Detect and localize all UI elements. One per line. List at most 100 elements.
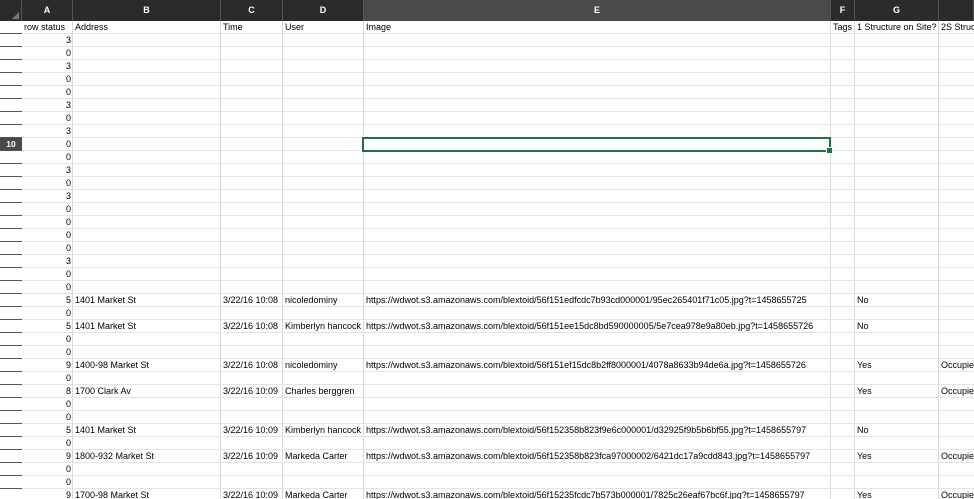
cell-time[interactable] <box>221 411 283 423</box>
cell-tags[interactable] <box>831 346 855 358</box>
cell-address[interactable] <box>73 398 221 410</box>
cell-time[interactable]: 3/22/16 10:08 <box>221 294 283 306</box>
cell-time[interactable] <box>221 281 283 293</box>
cell-time[interactable]: 3/22/16 10:08 <box>221 320 283 332</box>
cell-extra[interactable] <box>939 281 974 293</box>
cell-structure[interactable] <box>855 138 939 150</box>
cell-extra[interactable] <box>939 476 974 488</box>
cell-image[interactable] <box>364 463 831 475</box>
row-header-12[interactable]: 12 <box>0 164 22 177</box>
cell-image[interactable] <box>364 60 831 72</box>
cell-address[interactable]: 1400-98 Market St <box>73 359 221 371</box>
cell-user[interactable] <box>283 190 364 202</box>
cell-address[interactable]: 1700-98 Market St <box>73 489 221 499</box>
cell-address[interactable] <box>73 177 221 189</box>
cell-image[interactable]: https://wdwot.s3.amazonaws.com/blextoid/… <box>364 359 831 371</box>
cell-image[interactable] <box>364 398 831 410</box>
cell-status[interactable]: 3 <box>22 190 73 202</box>
cell-status[interactable]: 0 <box>22 268 73 280</box>
cell-extra[interactable] <box>939 398 974 410</box>
cell-status[interactable]: 0 <box>22 281 73 293</box>
cell-tags[interactable] <box>831 424 855 436</box>
cell-tags[interactable] <box>831 47 855 59</box>
cell-user[interactable] <box>283 268 364 280</box>
cell-tags[interactable] <box>831 489 855 499</box>
cell-user[interactable] <box>283 203 364 215</box>
cell-image[interactable] <box>364 333 831 345</box>
cell-user[interactable] <box>283 164 364 176</box>
cell-user[interactable]: Markeda Carter <box>283 450 364 462</box>
cell-time[interactable] <box>221 177 283 189</box>
cell-structure[interactable] <box>855 229 939 241</box>
cell-image[interactable] <box>364 164 831 176</box>
cell-structure[interactable] <box>855 476 939 488</box>
cell-extra[interactable] <box>939 216 974 228</box>
cell-extra[interactable]: Occupied <box>939 359 974 371</box>
cell-tags[interactable] <box>831 372 855 384</box>
cell-user[interactable] <box>283 47 364 59</box>
cell-status[interactable]: 0 <box>22 86 73 98</box>
cell-image[interactable]: Image <box>364 21 831 33</box>
cell-extra[interactable] <box>939 437 974 449</box>
cell-time[interactable] <box>221 112 283 124</box>
cell-extra[interactable]: Occupied <box>939 489 974 499</box>
row-header-4[interactable]: 4 <box>0 60 22 73</box>
cell-image[interactable] <box>364 216 831 228</box>
cell-structure[interactable]: Yes <box>855 450 939 462</box>
cell-structure[interactable] <box>855 268 939 280</box>
cell-image[interactable] <box>364 229 831 241</box>
row-header-14[interactable]: 14 <box>0 190 22 203</box>
cell-address[interactable] <box>73 190 221 202</box>
cell-status[interactable]: 0 <box>22 307 73 319</box>
cell-tags[interactable] <box>831 73 855 85</box>
cell-address[interactable] <box>73 372 221 384</box>
cell-structure[interactable] <box>855 151 939 163</box>
cell-extra[interactable] <box>939 151 974 163</box>
cell-tags[interactable] <box>831 281 855 293</box>
cell-image[interactable]: https://wdwot.s3.amazonaws.com/blextoid/… <box>364 424 831 436</box>
cell-tags[interactable] <box>831 450 855 462</box>
cell-tags[interactable] <box>831 242 855 254</box>
row-header-36[interactable]: 36 <box>0 476 22 489</box>
cell-time[interactable] <box>221 86 283 98</box>
row-header-7[interactable]: 7 <box>0 99 22 112</box>
cell-extra[interactable] <box>939 255 974 267</box>
cell-time[interactable] <box>221 151 283 163</box>
cell-user[interactable] <box>283 411 364 423</box>
cell-status[interactable]: 0 <box>22 476 73 488</box>
cell-time[interactable]: 3/22/16 10:09 <box>221 424 283 436</box>
cell-status[interactable]: 0 <box>22 242 73 254</box>
row-header-2[interactable]: 2 <box>0 34 22 47</box>
column-header-f[interactable]: F <box>831 0 855 21</box>
cell-time[interactable] <box>221 307 283 319</box>
column-header-c[interactable]: C <box>221 0 283 21</box>
cell-user[interactable] <box>283 242 364 254</box>
cell-status[interactable]: 0 <box>22 229 73 241</box>
cell-status[interactable]: 3 <box>22 34 73 46</box>
cell-extra[interactable] <box>939 125 974 137</box>
cell-image[interactable] <box>364 255 831 267</box>
cell-time[interactable] <box>221 476 283 488</box>
cell-address[interactable] <box>73 151 221 163</box>
cell-tags[interactable]: Tags <box>831 21 855 33</box>
cell-user[interactable] <box>283 463 364 475</box>
cell-tags[interactable] <box>831 112 855 124</box>
cell-user[interactable] <box>283 216 364 228</box>
cell-time[interactable] <box>221 463 283 475</box>
cell-structure[interactable] <box>855 463 939 475</box>
row-header-3[interactable]: 3 <box>0 47 22 60</box>
cell-address[interactable] <box>73 112 221 124</box>
cell-structure[interactable] <box>855 73 939 85</box>
cell-extra[interactable] <box>939 190 974 202</box>
cell-tags[interactable] <box>831 86 855 98</box>
cell-time[interactable] <box>221 398 283 410</box>
cell-time[interactable]: Time <box>221 21 283 33</box>
row-header-20[interactable]: 20 <box>0 268 22 281</box>
cell-image[interactable] <box>364 125 831 137</box>
cell-status[interactable]: 3 <box>22 255 73 267</box>
cell-status[interactable]: 5 <box>22 320 73 332</box>
column-header-h[interactable] <box>939 0 974 21</box>
cell-image[interactable] <box>364 307 831 319</box>
row-header-33[interactable]: 33 <box>0 437 22 450</box>
cell-structure[interactable]: No <box>855 320 939 332</box>
